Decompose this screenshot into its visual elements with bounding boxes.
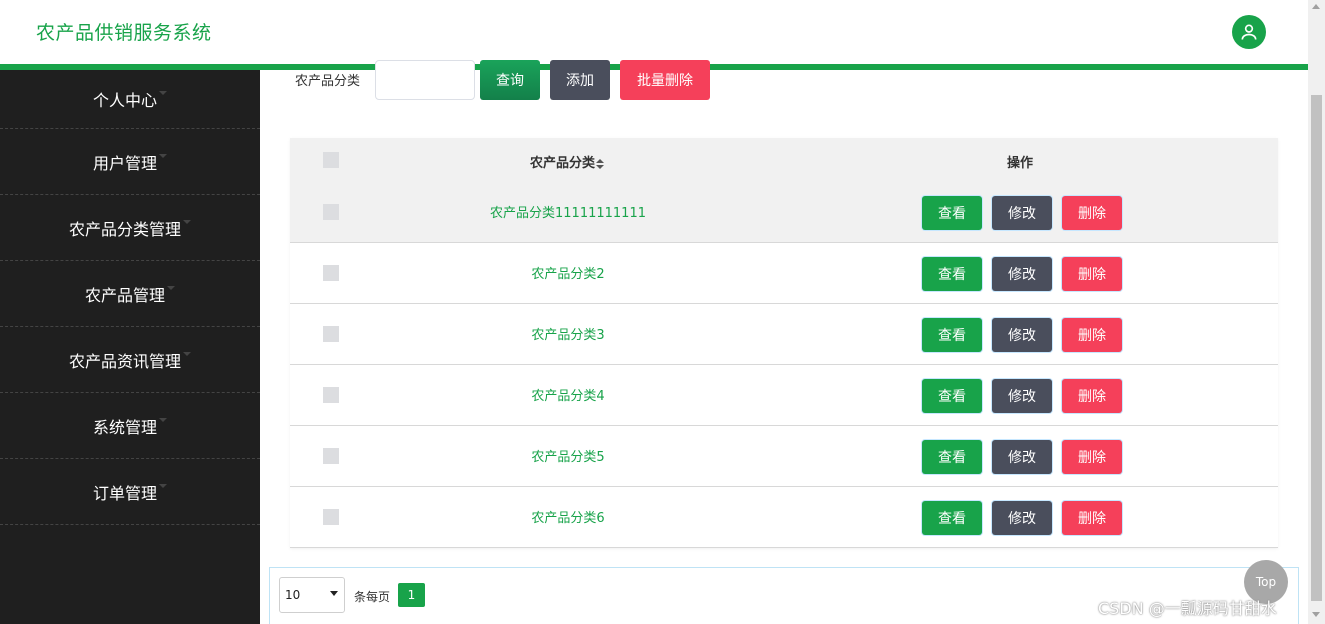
sort-icon (596, 158, 605, 169)
caret-down-icon (159, 417, 167, 422)
caret-down-icon (183, 219, 191, 224)
user-avatar-icon[interactable] (1232, 15, 1266, 49)
view-button[interactable]: 查看 (922, 440, 982, 474)
view-button[interactable]: 查看 (922, 257, 982, 291)
view-button[interactable]: 查看 (922, 318, 982, 352)
watermark-text: CSDN @一瓢源码甘甜水 (1098, 599, 1277, 618)
page-button-current[interactable]: 1 (398, 583, 425, 607)
table-row: 农产品分类6 查看 修改 删除 (290, 487, 1278, 548)
sidebar-item-system-management[interactable]: 系统管理 (0, 393, 260, 459)
batch-delete-button[interactable]: 批量删除 (620, 60, 710, 100)
sidebar-item-label: 农产品管理 (84, 285, 165, 305)
view-button[interactable]: 查看 (922, 379, 982, 413)
sidebar-item-label: 农产品分类管理 (68, 219, 181, 239)
category-name-cell: 农产品分类5 (531, 450, 605, 465)
edit-button[interactable]: 修改 (992, 257, 1052, 291)
sidebar: 个人中心 用户管理 农产品分类管理 农产品管理 农产品资讯管理 系统管理 订单管… (0, 70, 260, 624)
edit-button[interactable]: 修改 (992, 318, 1052, 352)
sidebar-item-label: 系统管理 (92, 417, 157, 437)
chevron-down-icon (330, 591, 338, 596)
sidebar-item-product-management[interactable]: 农产品管理 (0, 261, 260, 327)
scroll-down-arrow-icon[interactable] (1312, 612, 1320, 617)
category-name-cell: 农产品分类4 (531, 389, 605, 404)
category-name-cell: 农产品分类6 (531, 511, 605, 526)
table-row: 农产品分类3 查看 修改 删除 (290, 304, 1278, 365)
caret-down-icon (159, 483, 167, 488)
caret-down-icon (159, 153, 167, 158)
caret-down-icon (159, 91, 167, 95)
sidebar-item-label: 农产品资讯管理 (68, 351, 181, 371)
category-name-cell: 农产品分类3 (531, 328, 605, 343)
category-name-cell: 农产品分类2 (531, 267, 605, 282)
column-header-category[interactable]: 农产品分类 (530, 152, 605, 171)
edit-button[interactable]: 修改 (992, 196, 1052, 230)
view-button[interactable]: 查看 (922, 501, 982, 535)
scroll-up-arrow-icon[interactable] (1312, 4, 1320, 9)
sidebar-item-label: 订单管理 (92, 483, 157, 503)
edit-button[interactable]: 修改 (992, 501, 1052, 535)
page-size-value: 10 (285, 588, 301, 602)
column-header-label: 农产品分类 (530, 156, 596, 171)
edit-button[interactable]: 修改 (992, 440, 1052, 474)
delete-button[interactable]: 删除 (1062, 257, 1122, 291)
sidebar-item-category-management[interactable]: 农产品分类管理 (0, 195, 260, 261)
table-row: 农产品分类2 查看 修改 删除 (290, 243, 1278, 304)
app-title: 农产品供销服务系统 (36, 22, 212, 44)
view-button[interactable]: 查看 (922, 196, 982, 230)
table-row: 农产品分类4 查看 修改 删除 (290, 365, 1278, 426)
sidebar-item-label: 个人中心 (92, 91, 157, 110)
add-button[interactable]: 添加 (550, 60, 610, 100)
sidebar-item-user-management[interactable]: 用户管理 (0, 129, 260, 195)
per-page-label: 条每页 (354, 590, 391, 604)
edit-button[interactable]: 修改 (992, 379, 1052, 413)
table-header: 农产品分类 操作 (290, 138, 1278, 182)
table-row: 农产品分类5 查看 修改 删除 (290, 426, 1278, 487)
sidebar-item-label: 用户管理 (92, 153, 157, 173)
category-search-input[interactable] (375, 60, 475, 100)
sidebar-item-order-management[interactable]: 订单管理 (0, 459, 260, 525)
table-row: 农产品分类11111111111 查看 修改 删除 (290, 182, 1278, 243)
search-label: 农产品分类 (295, 74, 361, 89)
sidebar-item-news-management[interactable]: 农产品资讯管理 (0, 327, 260, 393)
select-all-checkbox[interactable] (323, 152, 339, 168)
top-header: 农产品供销服务系统 (0, 0, 1308, 64)
category-name-cell: 农产品分类11111111111 (490, 206, 646, 221)
sidebar-item-personal-center[interactable]: 个人中心 (0, 70, 260, 129)
delete-button[interactable]: 删除 (1062, 318, 1122, 352)
scrollbar-thumb[interactable] (1311, 95, 1322, 601)
column-header-operation: 操作 (1007, 156, 1034, 171)
page-size-select[interactable]: 10 (279, 577, 345, 613)
query-button[interactable]: 查询 (480, 60, 540, 100)
caret-down-icon (167, 285, 175, 290)
delete-button[interactable]: 删除 (1062, 501, 1122, 535)
delete-button[interactable]: 删除 (1062, 196, 1122, 230)
delete-button[interactable]: 删除 (1062, 440, 1122, 474)
delete-button[interactable]: 删除 (1062, 379, 1122, 413)
caret-down-icon (183, 351, 191, 356)
category-table: 农产品分类 操作 农产品分类11111111111 查看 修改 删除 农产品分类… (290, 138, 1278, 548)
